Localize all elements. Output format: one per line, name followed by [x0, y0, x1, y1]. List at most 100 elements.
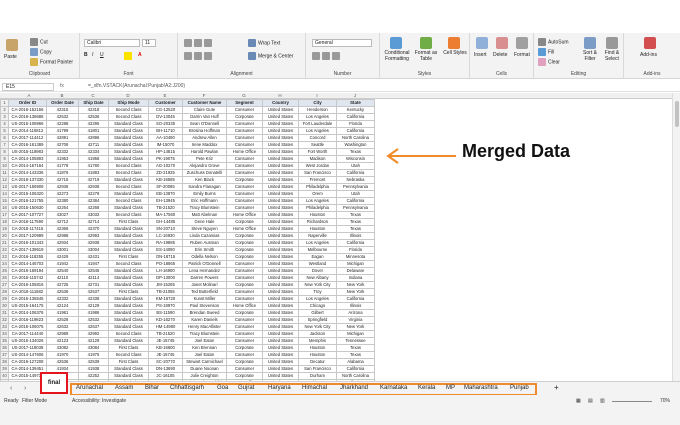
- table-cell[interactable]: Ken Brennan: [182, 344, 227, 352]
- table-cell[interactable]: Second Class: [108, 211, 149, 219]
- table-cell[interactable]: Darren Powers: [182, 274, 227, 282]
- table-cell[interactable]: United States: [262, 274, 299, 282]
- table-cell[interactable]: Standard Class: [108, 176, 149, 184]
- table-cell[interactable]: Eric Hoffmann: [182, 197, 227, 205]
- table-cell[interactable]: KB-16585: [148, 176, 183, 184]
- table-cell[interactable]: 41986: [78, 309, 109, 317]
- table-cell[interactable]: Los Angeles: [298, 113, 337, 121]
- table-cell[interactable]: New York: [336, 288, 375, 296]
- table-cell[interactable]: US-2015-150630: [8, 204, 47, 212]
- row-number[interactable]: 32: [0, 316, 9, 324]
- table-cell[interactable]: 42536: [78, 113, 109, 121]
- column-header[interactable]: Order Date: [46, 99, 79, 107]
- table-cell[interactable]: Corporate: [226, 344, 263, 352]
- delete-button[interactable]: Delete: [493, 52, 507, 58]
- table-cell[interactable]: US-2017-118038: [8, 344, 47, 352]
- table-cell[interactable]: Florida: [336, 120, 375, 128]
- table-cell[interactable]: Corporate: [226, 113, 263, 121]
- table-cell[interactable]: Indiana: [336, 274, 375, 282]
- sheet-tab[interactable]: MP: [446, 385, 455, 391]
- row-number[interactable]: 14: [0, 190, 9, 198]
- table-cell[interactable]: Second Class: [108, 106, 149, 114]
- table-cell[interactable]: 42706: [46, 141, 79, 149]
- column-header[interactable]: State: [336, 99, 375, 107]
- table-cell[interactable]: Standard Class: [108, 302, 149, 310]
- column-header[interactable]: Ship Date: [78, 99, 109, 107]
- table-cell[interactable]: 41958: [78, 155, 109, 163]
- table-cell[interactable]: CA-2016-117590: [8, 218, 47, 226]
- add-sheet-button[interactable]: +: [554, 383, 559, 392]
- fill-color-button[interactable]: [124, 52, 134, 60]
- row-number[interactable]: 36: [0, 344, 9, 352]
- table-cell[interactable]: US-2015-108966: [8, 120, 47, 128]
- row-number[interactable]: 5: [0, 127, 9, 135]
- table-cell[interactable]: Standard Class: [108, 323, 149, 331]
- table-cell[interactable]: San Francisco: [298, 365, 337, 373]
- table-cell[interactable]: Fort Lauderdale: [298, 120, 337, 128]
- fx-icon[interactable]: fx: [60, 83, 64, 89]
- table-cell[interactable]: Ruben Ausman: [182, 239, 227, 247]
- row-number[interactable]: 4: [0, 120, 9, 128]
- table-cell[interactable]: Joel Eaton: [182, 337, 227, 345]
- table-cell[interactable]: United States: [262, 148, 299, 156]
- table-cell[interactable]: BS-11590: [148, 309, 183, 317]
- table-cell[interactable]: CA-2016-127208: [8, 358, 47, 366]
- table-cell[interactable]: 41801: [78, 127, 109, 135]
- table-cell[interactable]: 42731: [78, 281, 109, 289]
- table-cell[interactable]: California: [336, 127, 375, 135]
- wrap-text-button[interactable]: Wrap Text: [248, 39, 280, 47]
- table-cell[interactable]: First Class: [108, 218, 149, 226]
- tab-scroll-right-icon[interactable]: ›: [24, 385, 26, 392]
- row-number[interactable]: 8: [0, 148, 9, 156]
- table-cell[interactable]: Corporate: [226, 218, 263, 226]
- table-cell[interactable]: 42938: [78, 183, 109, 191]
- table-cell[interactable]: Gene Hale: [182, 218, 227, 226]
- table-cell[interactable]: Virginia: [336, 316, 375, 324]
- table-cell[interactable]: Henry MacAllister: [182, 323, 227, 331]
- table-cell[interactable]: 42725: [46, 281, 79, 289]
- sheet-tab[interactable]: Gujrat: [238, 385, 254, 391]
- table-cell[interactable]: SF-20065: [148, 183, 183, 191]
- table-cell[interactable]: New Albany: [298, 274, 337, 282]
- table-cell[interactable]: Consumer: [226, 120, 263, 128]
- table-cell[interactable]: Utah: [336, 190, 375, 198]
- table-cell[interactable]: CA-2015-106320: [8, 190, 47, 198]
- table-cell[interactable]: California: [336, 239, 375, 247]
- table-cell[interactable]: TB-21520: [148, 330, 183, 338]
- table-cell[interactable]: Consumer: [226, 316, 263, 324]
- table-cell[interactable]: Karen Daniels: [182, 316, 227, 324]
- row-number[interactable]: 9: [0, 155, 9, 163]
- table-cell[interactable]: CA-2015-117415: [8, 225, 47, 233]
- table-cell[interactable]: 43082: [46, 344, 79, 352]
- table-cell[interactable]: United States: [262, 225, 299, 233]
- table-cell[interactable]: 42129: [78, 337, 109, 345]
- table-cell[interactable]: Odella Nelson: [182, 253, 227, 261]
- row-number[interactable]: 1: [0, 99, 9, 107]
- table-cell[interactable]: Corporate: [226, 176, 263, 184]
- table-cell[interactable]: Texas: [336, 225, 375, 233]
- table-cell[interactable]: 42366: [46, 225, 79, 233]
- table-cell[interactable]: 42896: [78, 134, 109, 142]
- table-cell[interactable]: United States: [262, 218, 299, 226]
- table-cell[interactable]: DP-13000: [148, 274, 183, 282]
- formula-input[interactable]: =_xlfn.VSTACK(Arunachal:Punjab!A2:J200): [88, 83, 185, 89]
- table-cell[interactable]: ZD-21925: [148, 169, 183, 177]
- tab-scroll-left-icon[interactable]: ‹: [10, 385, 12, 392]
- table-cell[interactable]: Consumer: [226, 274, 263, 282]
- table-cell[interactable]: Duane Noonan: [182, 365, 227, 373]
- sheet-tab[interactable]: Jharkhand: [340, 385, 368, 391]
- table-cell[interactable]: Eagan: [298, 253, 337, 261]
- table-cell[interactable]: United States: [262, 120, 299, 128]
- table-cell[interactable]: Seattle: [298, 141, 337, 149]
- table-cell[interactable]: Standard Class: [108, 246, 149, 254]
- table-cell[interactable]: First Class: [108, 288, 149, 296]
- table-cell[interactable]: Texas: [336, 148, 375, 156]
- row-number[interactable]: 19: [0, 225, 9, 233]
- table-cell[interactable]: First Class: [108, 344, 149, 352]
- table-cell[interactable]: United States: [262, 211, 299, 219]
- table-cell[interactable]: 42938: [78, 239, 109, 247]
- row-number[interactable]: 39: [0, 365, 9, 373]
- table-cell[interactable]: United States: [262, 204, 299, 212]
- row-number[interactable]: 18: [0, 218, 9, 226]
- table-cell[interactable]: United States: [262, 176, 299, 184]
